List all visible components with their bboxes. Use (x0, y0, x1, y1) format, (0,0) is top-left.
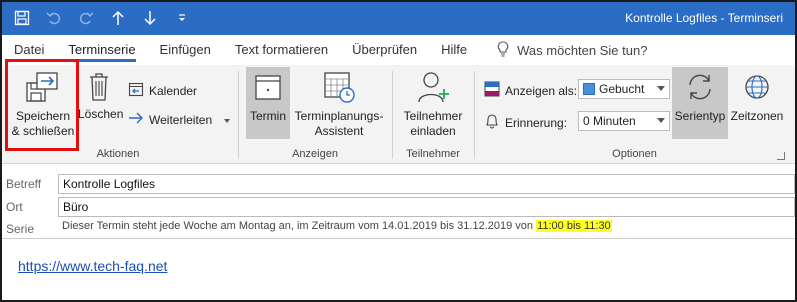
show-as-label-wrap: Anzeigen als: (484, 81, 577, 100)
options-dialog-launcher-icon[interactable] (777, 152, 785, 160)
ribbon-tabs: Datei Terminserie Einfügen Text formatie… (2, 35, 795, 65)
timezones-button[interactable]: Zeitzonen (730, 69, 784, 124)
divider (2, 238, 795, 239)
subject-input[interactable]: Kontrolle Logfiles (58, 174, 795, 194)
assistant-label-1: Terminplanungs- (294, 109, 384, 123)
separator (238, 71, 239, 159)
tab-ueberpruefen[interactable]: Überprüfen (352, 35, 431, 65)
lightbulb-icon (497, 40, 509, 60)
show-as-select[interactable]: Gebucht (578, 79, 670, 99)
chevron-down-icon (657, 86, 665, 91)
ribbon: Speichern & schließen Löschen Kalender W… (2, 59, 795, 164)
recurrence-label: Serientyp (674, 109, 726, 123)
series-time-highlight: 11:00 bis 11:30 (536, 220, 612, 232)
scheduling-assistant-button[interactable]: Terminplanungs- Assistent (294, 69, 384, 139)
invite-attendees-button[interactable]: Teilnehmer einladen (398, 69, 468, 139)
undo-icon[interactable] (44, 8, 64, 28)
tab-text-formatieren[interactable]: Text formatieren (235, 35, 342, 65)
tab-einfuegen[interactable]: Einfügen (160, 35, 225, 65)
delete-button[interactable]: Löschen (78, 69, 124, 122)
bell-icon (484, 113, 500, 132)
forward-button[interactable]: Weiterleiten (128, 111, 231, 128)
appointment-form: Betreff Kontrolle Logfiles Ort Büro Seri… (2, 164, 795, 300)
location-label: Ort (6, 200, 23, 214)
series-label: Serie (6, 222, 35, 236)
add-person-icon (398, 69, 468, 105)
tell-me-search[interactable]: Was möchten Sie tun? (497, 40, 648, 60)
trash-icon (78, 69, 120, 105)
arrow-down-icon[interactable] (140, 8, 160, 28)
group-show: Termin Terminplanungs- Assistent Anzeige… (242, 65, 388, 164)
redo-icon[interactable] (76, 8, 96, 28)
recurrence-button[interactable]: Serientyp (672, 67, 728, 139)
customize-toolbar-icon[interactable] (172, 8, 192, 28)
forward-label: Weiterleiten (149, 112, 213, 127)
group-options: Anzeigen als: Gebucht Erinnerung: 0 Minu… (478, 65, 791, 164)
title-bar: Kontrolle Logfiles - Terminseri (2, 2, 795, 35)
tab-hilfe[interactable]: Hilfe (441, 35, 481, 65)
calendar-button[interactable]: Kalender (128, 81, 197, 100)
save-icon[interactable] (12, 8, 32, 28)
location-input[interactable]: Büro (58, 197, 795, 217)
forward-arrow-icon (128, 111, 144, 128)
reminder-select[interactable]: 0 Minuten (578, 111, 670, 131)
separator (474, 71, 475, 159)
body-link[interactable]: https://www.tech-faq.net (18, 258, 167, 274)
assistant-label-2: Assistent (314, 124, 364, 138)
group-label-options: Optionen (612, 148, 657, 160)
group-participants: Teilnehmer einladen Teilnehmer (396, 65, 470, 164)
invite-label-1: Teilnehmer (403, 109, 463, 123)
chevron-down-icon (657, 118, 665, 123)
show-as-value: Gebucht (599, 82, 645, 96)
show-as-icon (484, 81, 500, 100)
invite-label-2: einladen (410, 124, 456, 138)
group-label-participants: Teilnehmer (406, 148, 460, 160)
group-actions: Speichern & schließen Löschen Kalender W… (2, 59, 234, 164)
series-description: Dieser Termin steht jede Woche am Montag… (62, 220, 612, 232)
separator (392, 71, 393, 159)
reminder-label: Erinnerung: (505, 115, 568, 130)
globe-icon (730, 69, 784, 105)
highlight-box (5, 59, 79, 151)
group-label-actions: Aktionen (96, 148, 140, 160)
reminder-value: 0 Minuten (583, 114, 636, 128)
subject-label: Betreff (6, 177, 42, 191)
window-title: Kontrolle Logfiles - Terminseri (625, 11, 783, 25)
scheduling-assistant-icon (294, 69, 384, 105)
series-text: Dieser Termin steht jede Woche am Montag… (62, 220, 534, 232)
app-window: Kontrolle Logfiles - Terminseri Datei Te… (0, 0, 797, 302)
timezones-label: Zeitzonen (730, 109, 784, 123)
busy-swatch (583, 83, 595, 95)
reminder-label-wrap: Erinnerung: (484, 113, 567, 132)
delete-label: Löschen (78, 107, 124, 121)
calendar-label: Kalender (149, 83, 198, 98)
show-as-label: Anzeigen als: (505, 83, 578, 98)
recurrence-icon (672, 69, 728, 105)
appointment-icon (246, 69, 290, 105)
tab-terminserie[interactable]: Terminserie (68, 35, 149, 65)
calendar-arrow-icon (128, 81, 144, 100)
appointment-view-button[interactable]: Termin (246, 67, 290, 139)
forward-dropdown-icon[interactable] (223, 113, 231, 127)
appointment-label: Termin (249, 109, 286, 123)
search-label: Was möchten Sie tun? (517, 42, 648, 58)
arrow-up-icon[interactable] (108, 8, 128, 28)
group-label-show: Anzeigen (292, 148, 338, 160)
quick-access-toolbar (12, 8, 192, 28)
